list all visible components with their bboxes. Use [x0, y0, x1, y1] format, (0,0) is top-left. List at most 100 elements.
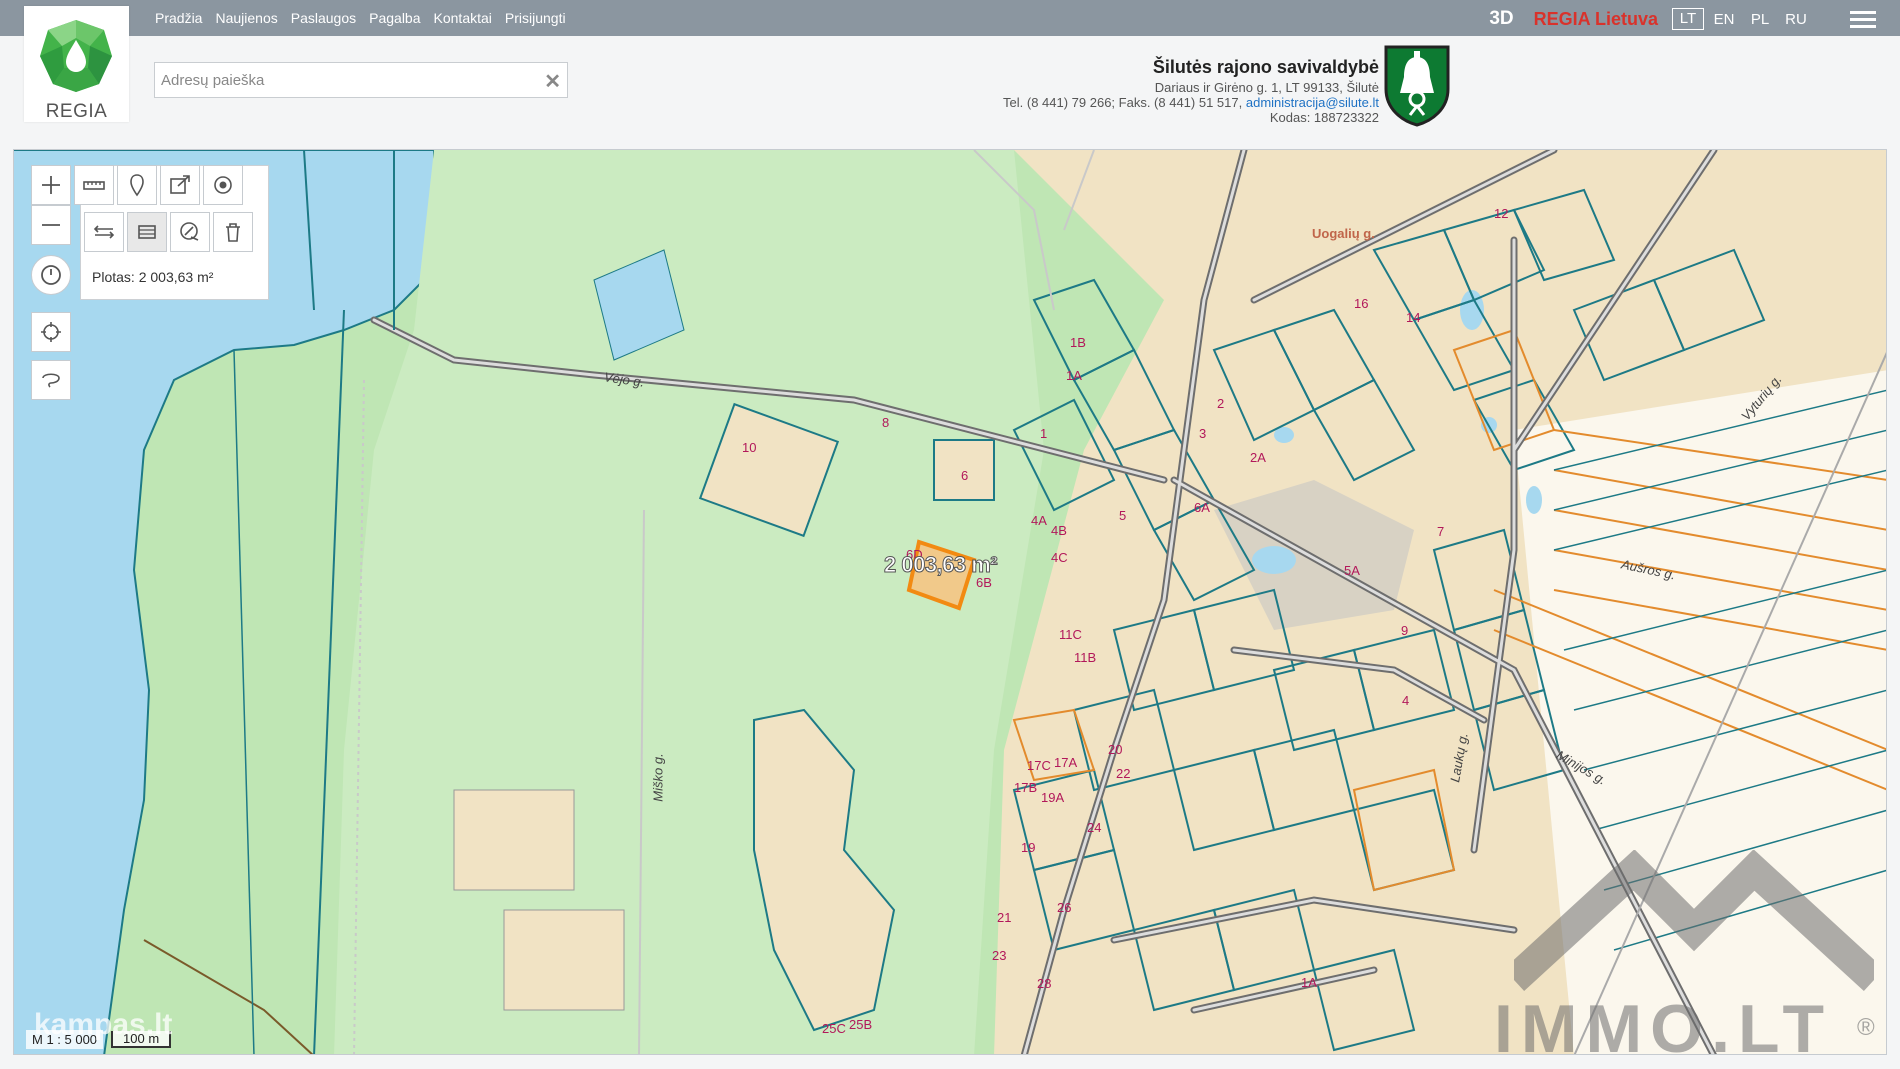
plot-number: 4C — [1051, 550, 1068, 565]
lasso-icon — [42, 373, 60, 388]
clear-measure-button[interactable] — [170, 212, 210, 252]
measurement-area-label: 2 003,63 m² — [883, 552, 998, 578]
plot-number: 3 — [1199, 426, 1207, 441]
area-icon — [138, 225, 156, 239]
regia-lietuva-link[interactable]: REGIA Lietuva — [1534, 9, 1658, 30]
eraser-icon — [180, 222, 199, 241]
watermark-immo: IMMO.LT — [1494, 991, 1832, 1055]
plot-number: 17B — [1014, 780, 1038, 795]
lang-ru[interactable]: RU — [1780, 11, 1812, 28]
plus-icon — [42, 176, 60, 194]
municipality-email[interactable]: administracija@silute.lt — [1246, 95, 1379, 110]
plot-number: 12 — [1494, 206, 1509, 221]
street-label-uogaliu: Uogalių g. — [1312, 226, 1375, 241]
nav-login[interactable]: Prisijungti — [505, 10, 566, 26]
plot-number: 25C — [822, 1021, 846, 1036]
area-measure-button[interactable] — [127, 212, 167, 252]
target-button[interactable] — [203, 165, 243, 205]
plot-number: 5 — [1119, 508, 1127, 523]
distance-icon — [93, 225, 115, 239]
municipality-info: Šilutės rajono savivaldybė Dariaus ir Gi… — [1003, 56, 1379, 125]
municipality-address: Dariaus ir Girėno g. 1, LT 99133, Šilutė — [1154, 80, 1379, 95]
regia-logo[interactable]: REGIA — [24, 6, 129, 122]
distance-button[interactable] — [84, 212, 124, 252]
plot-number: 4B — [1051, 523, 1067, 538]
nav-services[interactable]: Paslaugos — [291, 10, 356, 26]
plot-number: 5A — [1344, 563, 1360, 578]
export-icon — [170, 175, 190, 194]
plot-number: 1 — [1040, 426, 1048, 441]
zoom-in-button[interactable] — [31, 165, 71, 205]
plot-number: 10 — [742, 440, 757, 455]
map-canvas[interactable]: Vėjo g. Miško g. Uogalių g. Aušros g. Mi… — [13, 149, 1887, 1055]
plot-number: 11C — [1059, 627, 1082, 642]
history-button[interactable] — [31, 255, 71, 295]
watermark-kampas: kampas.lt — [34, 1008, 173, 1041]
main-nav: Pradžia Naujienos Paslaugos Pagalba Kont… — [155, 10, 566, 26]
marker-icon — [130, 174, 144, 197]
plot-number: 2 — [1217, 396, 1225, 411]
address-search: ✕ — [154, 62, 568, 98]
plot-number: 1B — [1070, 335, 1086, 350]
locate-button[interactable] — [31, 312, 71, 352]
measure-ruler-button[interactable] — [74, 165, 114, 205]
plot-number: 8 — [882, 415, 890, 430]
minus-icon — [42, 224, 60, 226]
plot-number: 24 — [1087, 820, 1102, 835]
logo-text: REGIA — [45, 101, 108, 122]
plot-number: 14 — [1406, 310, 1421, 325]
plot-number: 4 — [1402, 693, 1410, 708]
municipality-code: Kodas: 188723322 — [1269, 110, 1379, 125]
nav-news[interactable]: Naujienos — [215, 10, 277, 26]
clock-icon — [41, 265, 61, 285]
plot-number: 22 — [1116, 766, 1131, 781]
street-label-misko: Miško g. — [650, 753, 666, 802]
place-marker-button[interactable] — [117, 165, 157, 205]
municipality-crest-icon — [1384, 45, 1450, 127]
plot-number: 28 — [1037, 976, 1052, 991]
municipality-phone: Tel. (8 441) 79 266; Faks. (8 441) 51 51… — [1003, 95, 1243, 110]
delete-button[interactable] — [213, 212, 253, 252]
zoom-out-button[interactable] — [31, 205, 71, 245]
crosshair-icon — [41, 322, 61, 342]
immo-roof-logo-icon — [1514, 850, 1874, 992]
trash-icon — [226, 223, 240, 242]
plot-number: 1A — [1066, 368, 1082, 383]
lang-lt[interactable]: LT — [1672, 8, 1704, 30]
ruler-icon — [83, 181, 105, 190]
lang-pl[interactable]: PL — [1744, 11, 1776, 28]
select-area-button[interactable] — [31, 360, 71, 400]
plot-number: 23 — [992, 948, 1007, 963]
lang-en[interactable]: EN — [1708, 11, 1740, 28]
clear-search-icon[interactable]: ✕ — [544, 69, 561, 94]
regia-logo-icon — [40, 20, 112, 92]
plot-number: 1A — [1301, 975, 1317, 990]
plot-number: 6A — [1194, 500, 1210, 515]
export-button[interactable] — [160, 165, 200, 205]
hamburger-menu-icon[interactable] — [1850, 10, 1876, 28]
top-right-controls: 3D REGIA Lietuva LT EN PL RU — [1489, 6, 1876, 32]
plot-number: 4A — [1031, 513, 1047, 528]
plot-number: 11B — [1074, 650, 1097, 665]
plot-number: 25B — [849, 1017, 873, 1032]
plot-number: 16 — [1354, 296, 1369, 311]
nav-help[interactable]: Pagalba — [369, 10, 420, 26]
municipality-name: Šilutės rajono savivaldybė — [1152, 57, 1379, 77]
plot-number: 17A — [1054, 755, 1078, 770]
nav-home[interactable]: Pradžia — [155, 10, 202, 26]
plot-number: 26 — [1057, 900, 1072, 915]
plot-number: 6 — [961, 468, 969, 483]
plot-number: 7 — [1437, 524, 1445, 539]
plot-number: 21 — [997, 910, 1012, 925]
plot-number: 17C — [1027, 758, 1051, 773]
watermark-registered: ® — [1857, 1014, 1875, 1041]
nav-contacts[interactable]: Kontaktai — [434, 10, 492, 26]
plot-number: 19A — [1041, 790, 1065, 805]
municipality-phone-line: Tel. (8 441) 79 266; Faks. (8 441) 51 51… — [1003, 95, 1379, 110]
target-icon — [214, 176, 232, 194]
3d-button[interactable]: 3D — [1489, 8, 1513, 30]
area-result-text: Plotas: 2 003,63 m² — [92, 269, 214, 285]
address-search-input[interactable] — [155, 63, 525, 97]
plot-number: 2A — [1250, 450, 1266, 465]
plot-number: 9 — [1401, 623, 1409, 638]
